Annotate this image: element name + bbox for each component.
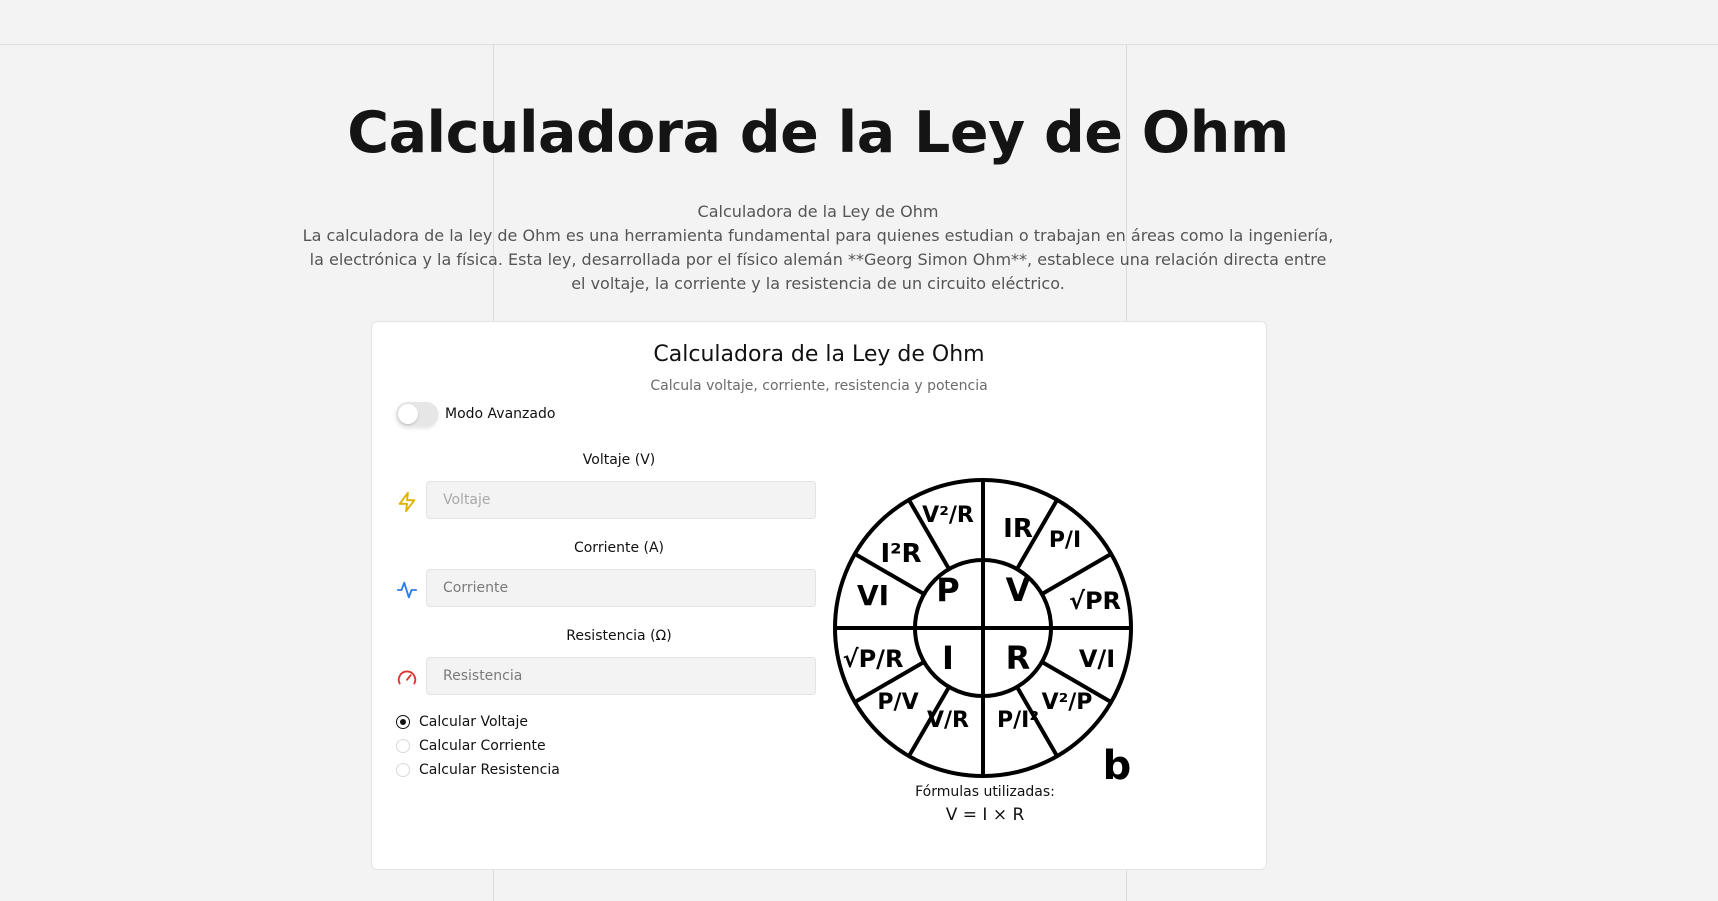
advanced-mode-label: Modo Avanzado (445, 406, 556, 422)
wheel-formula: P/I² (997, 708, 1039, 733)
wheel-formula: √PR (1069, 587, 1121, 615)
voltage-label: Voltaje (V) (582, 452, 656, 468)
wheel-formula: I²R (880, 539, 921, 569)
calculator-subtitle: Calcula voltaje, corriente, resistencia … (650, 378, 988, 394)
intro-heading: Calculadora de la Ley de Ohm (697, 202, 939, 221)
wheel-formula: P/I (1049, 528, 1081, 553)
calculator-title: Calculadora de la Ley de Ohm (653, 342, 985, 367)
wheel-formula: V/I (1079, 645, 1115, 673)
radio-button[interactable] (396, 715, 410, 729)
voltage-input[interactable] (426, 481, 816, 519)
wheel-center-label: P (936, 571, 959, 609)
wheel-formula: V²/P (1042, 690, 1093, 715)
calc-voltage-option[interactable]: Calcular Voltaje (396, 714, 528, 730)
wheel-center-label: R (1006, 639, 1031, 677)
top-bar (0, 0, 1718, 45)
wheel-formula: V²/R (922, 503, 974, 528)
advanced-mode-toggle[interactable] (396, 402, 438, 426)
calc-current-option[interactable]: Calcular Corriente (396, 738, 546, 754)
ohms-law-wheel: P V I R V²/R IR P/I √PR V/I V²/P P/I² V/… (833, 478, 1133, 789)
formula: V = I × R (945, 805, 1025, 825)
gauge-icon (397, 670, 417, 685)
intro-text: La calculadora de la ley de Ohm es una h… (302, 226, 1334, 293)
radio-button[interactable] (396, 763, 410, 777)
wheel-formula: IR (1003, 514, 1033, 544)
pulse-wave-icon (396, 581, 418, 599)
wheel-corner-label: b (1103, 743, 1132, 789)
formulas-label: Fórmulas utilizadas: (915, 784, 1055, 800)
lightning-bolt-icon (398, 491, 416, 513)
calc-current-label: Calcular Corriente (419, 738, 546, 754)
calc-resistance-label: Calcular Resistencia (419, 762, 560, 778)
calc-voltage-label: Calcular Voltaje (419, 714, 529, 730)
wheel-center-label: I (942, 639, 954, 677)
radio-button[interactable] (396, 739, 410, 753)
wheel-formula: V/R (927, 708, 969, 733)
current-label: Corriente (A) (573, 540, 665, 556)
advanced-mode-row: Modo Avanzado (396, 402, 555, 426)
current-input[interactable] (426, 569, 816, 607)
wheel-center-label: V (1006, 571, 1031, 609)
calc-resistance-option[interactable]: Calcular Resistencia (396, 762, 560, 778)
resistance-label: Resistencia (Ω) (566, 628, 672, 644)
wheel-formula: P/V (877, 690, 918, 715)
intro: Calculadora de la Ley de Ohm La calculad… (300, 200, 1336, 296)
toggle-knob (398, 404, 418, 424)
page-title: Calculadora de la Ley de Ohm (347, 100, 1289, 166)
wheel-formula: VI (857, 579, 889, 612)
calculator-card: Calculadora de la Ley de Ohm Calcula vol… (371, 321, 1267, 870)
wheel-formula: √P/R (843, 645, 904, 673)
resistance-input[interactable] (426, 657, 816, 695)
